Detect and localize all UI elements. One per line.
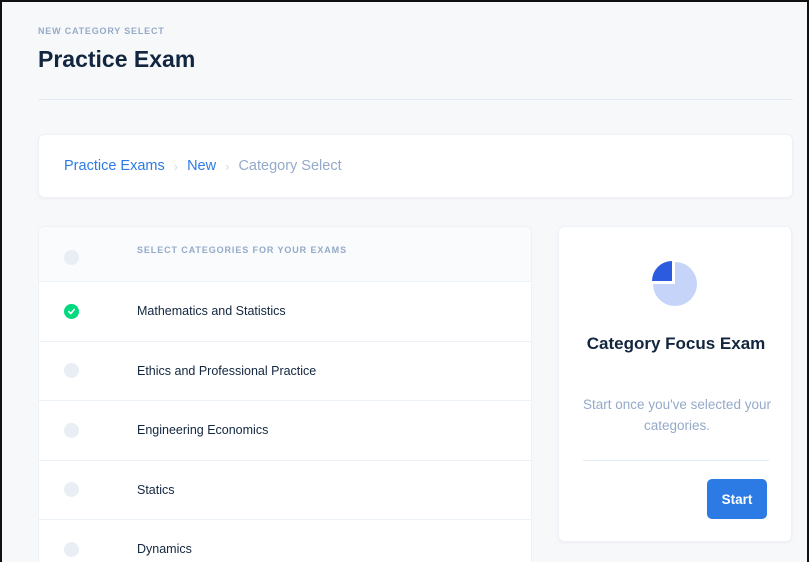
category-list-header: SELECT CATEGORIES FOR YOUR EXAMS xyxy=(39,227,531,282)
start-button[interactable]: Start xyxy=(707,479,767,519)
checkmark-icon xyxy=(67,308,76,315)
window-frame-left xyxy=(0,0,2,562)
category-checkbox[interactable] xyxy=(64,482,79,498)
category-label: Mathematics and Statistics xyxy=(137,304,286,319)
category-row[interactable]: Engineering Economics xyxy=(39,401,531,461)
window-frame-top xyxy=(0,0,809,2)
category-row[interactable]: Ethics and Professional Practice xyxy=(39,342,531,401)
focus-card-divider xyxy=(583,460,769,461)
category-label: Ethics and Professional Practice xyxy=(137,363,317,378)
breadcrumb-separator: › xyxy=(225,158,230,174)
category-checkbox-checked[interactable] xyxy=(64,303,79,319)
page-title: Practice Exam xyxy=(38,46,196,72)
category-label: Engineering Economics xyxy=(137,423,269,438)
page-header: NEW CATEGORY SELECT Practice Exam xyxy=(38,26,794,73)
breadcrumb: Practice Exams › New › Category Select xyxy=(38,134,793,198)
category-label: Dynamics xyxy=(137,542,192,557)
focus-card-subtitle: Start once you've selected your categori… xyxy=(583,397,771,433)
category-focus-card: Category Focus Exam Start once you've se… xyxy=(558,226,792,542)
breadcrumb-item-practice-exams[interactable]: Practice Exams xyxy=(64,158,165,174)
category-list-header-label: SELECT CATEGORIES FOR YOUR EXAMS xyxy=(137,245,347,255)
category-row[interactable]: Dynamics xyxy=(39,520,531,562)
breadcrumb-item-current: Category Select xyxy=(238,158,342,174)
focus-card-title: Category Focus Exam xyxy=(586,334,766,353)
select-all-checkbox[interactable] xyxy=(64,250,79,265)
header-divider xyxy=(38,99,793,100)
category-row[interactable]: Statics xyxy=(39,461,531,520)
breadcrumb-item-new[interactable]: New xyxy=(187,158,216,174)
breadcrumb-separator: › xyxy=(173,158,179,174)
pie-chart-icon xyxy=(651,260,699,308)
category-row[interactable]: Mathematics and Statistics xyxy=(39,282,531,342)
category-label: Statics xyxy=(137,482,175,497)
page-pretitle: NEW CATEGORY SELECT xyxy=(38,26,165,36)
category-list: SELECT CATEGORIES FOR YOUR EXAMS Mathema… xyxy=(38,226,532,562)
category-checkbox[interactable] xyxy=(64,363,79,379)
category-checkbox[interactable] xyxy=(64,422,79,438)
category-checkbox[interactable] xyxy=(64,541,79,557)
